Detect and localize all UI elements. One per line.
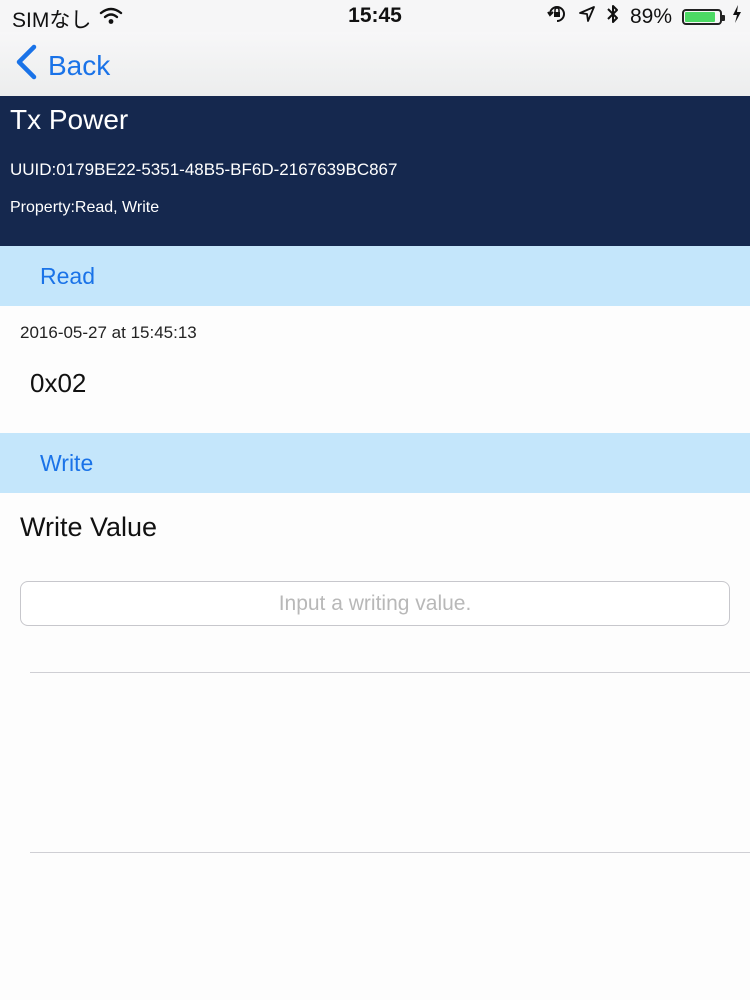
read-value: 0x02 xyxy=(30,368,87,398)
read-timestamp: 2016-05-27 at 15:45:13 xyxy=(20,323,197,342)
characteristic-name: Tx Power xyxy=(10,104,129,135)
navigation-bar: Back xyxy=(0,32,750,96)
divider xyxy=(30,672,750,673)
bluetooth-icon xyxy=(606,4,620,30)
battery-fill xyxy=(685,12,715,22)
status-right: 89% xyxy=(546,4,742,30)
write-section-title: Write xyxy=(40,450,94,476)
battery-icon xyxy=(682,9,725,25)
battery-percent: 89% xyxy=(629,5,672,28)
write-value-label: Write Value xyxy=(20,512,158,542)
back-button[interactable]: Back xyxy=(14,44,110,87)
chevron-left-icon xyxy=(14,44,38,87)
read-section-title: Read xyxy=(40,263,95,289)
characteristic-uuid: UUID:0179BE22-5351-48B5-BF6D-2167639BC86… xyxy=(10,160,398,179)
read-section-header: Read xyxy=(0,246,750,306)
rotation-lock-icon xyxy=(546,4,568,30)
characteristic-header: Tx Power UUID:0179BE22-5351-48B5-BF6D-21… xyxy=(0,96,750,246)
write-value-input[interactable] xyxy=(20,581,730,626)
write-section-header: Write xyxy=(0,433,750,493)
charging-bolt-icon xyxy=(732,5,742,29)
back-label: Back xyxy=(48,49,111,81)
divider xyxy=(30,852,750,853)
characteristic-property: Property:Read, Write xyxy=(10,199,160,216)
status-bar: SIMなし 15:45 89% xyxy=(0,0,750,32)
location-arrow-icon xyxy=(578,5,596,29)
